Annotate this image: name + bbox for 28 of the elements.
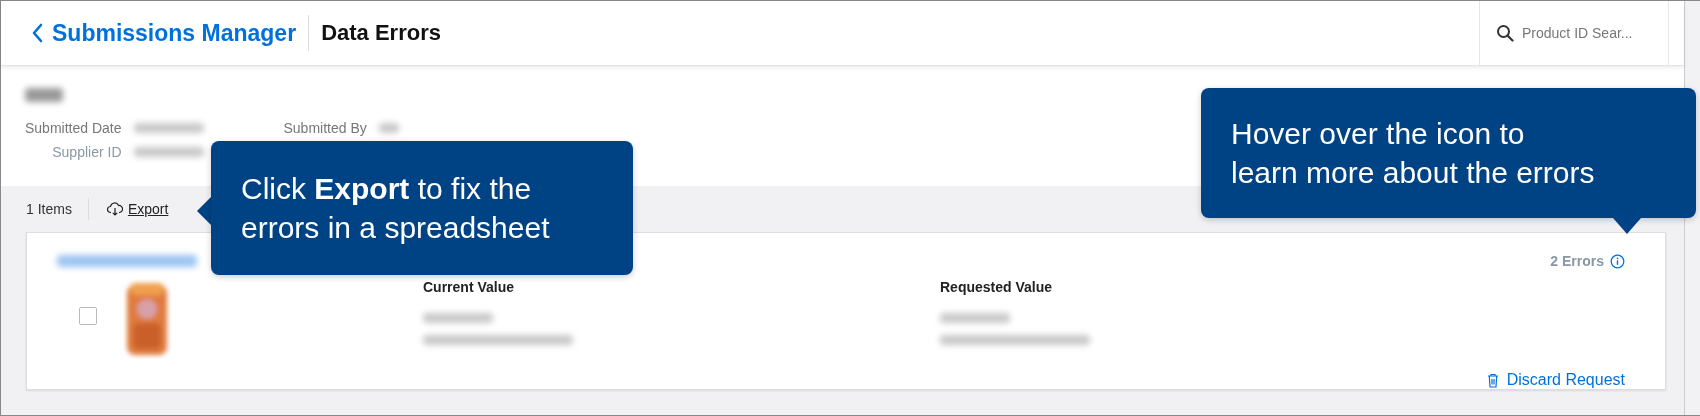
blurred-text [378,123,399,133]
item-count: 1 Items [26,201,72,217]
discard-request-link[interactable]: Discard Request [1486,371,1625,389]
callout-pointer [1613,218,1641,234]
info-icon [1610,253,1625,269]
field-label: Submitted Date [25,120,122,136]
column-header: Requested Value [940,279,1054,295]
chevron-left-icon [31,23,43,43]
field-label: Submitted By [283,120,367,136]
callout: Click Export to fix the errors in a spreadsheet [211,141,633,275]
blurred-text [25,88,63,102]
callout-pointer [197,197,211,225]
page-title: Data Errors [321,20,441,46]
search-icon [1496,24,1514,42]
blurred-text [133,147,204,157]
blurred-text [423,313,493,323]
error-count: 2 Errors [1550,253,1604,269]
search-field[interactable]: Product ID Sear... [1479,1,1669,65]
trash-icon [1486,372,1499,388]
cloud-download-icon [106,202,123,216]
back-link[interactable]: Submissions Manager [31,19,297,47]
checkbox[interactable] [79,307,97,325]
blurred-text [133,123,204,133]
blurred-text [940,313,1010,323]
field-label: Supplier ID [52,144,122,160]
column-header: Current Value [423,279,516,295]
export-link[interactable]: Export [106,201,169,217]
callout: Hover over the icon to learn more about the errors [1201,88,1696,218]
